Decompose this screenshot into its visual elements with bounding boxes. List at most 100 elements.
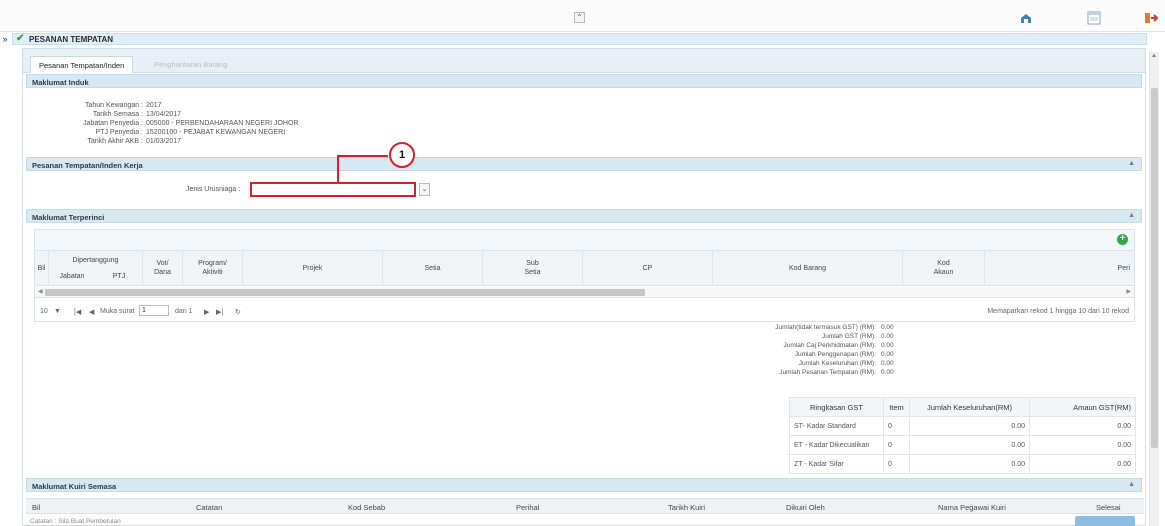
section-title: Maklumat Induk (32, 78, 89, 87)
field-value: 13/04/2017 (146, 111, 182, 118)
table-row: ZT - Kadar Sifar 0 0.00 0.00 (789, 454, 1136, 474)
table-cell: 0.00 (1029, 454, 1136, 474)
tab-bar: Pesanan Tempatan/Inden Penghantaran Bara… (23, 49, 1145, 73)
table-cell: 0 (883, 435, 910, 455)
col-selesai[interactable]: Selesai (1096, 503, 1121, 512)
grid-header: Bil Dipertanggung Jabatan PTJ Vot/ Dana … (35, 250, 1134, 286)
footnote: Catatan : Sila Buat Pembetulan (30, 518, 121, 525)
top-toolbar: ⌃ (0, 0, 1165, 32)
summary-value: 0.00 (881, 360, 894, 367)
summary-label: Jumlah Keseluruhan (RM): (798, 360, 876, 367)
scroll-right-icon[interactable]: ▶ (1126, 288, 1131, 295)
col-kod-akaun[interactable]: Kod Akaun (903, 251, 985, 286)
field-label: Tarikh Akhir AKB : (87, 138, 143, 145)
summary-label: Jumlah GST (RM): (821, 333, 876, 340)
col-dipertanggung[interactable]: Dipertanggung Jabatan PTJ (49, 251, 143, 286)
last-page-icon[interactable]: ▶| (216, 308, 223, 316)
field-value: 005000 - PERBENDAHARAAN NEGERI JOHOR (146, 120, 299, 127)
table-row: ST- Kadar Standard 0 0.00 0.00 (789, 416, 1136, 436)
table-cell: ZT - Kadar Sifar (789, 454, 884, 474)
col-perihal[interactable]: Perihal (516, 503, 539, 512)
callout-line (337, 155, 339, 183)
summary-value: 0.00 (881, 369, 894, 376)
col-setia[interactable]: Setia (383, 251, 483, 286)
section-maklumat-terperinci[interactable]: Maklumat Terperinci ▲ (26, 209, 1142, 223)
field-label: Tahun Kewangan : (85, 102, 143, 109)
col-nama-pegawai[interactable]: Nama Pegawai Kuiri (938, 503, 1006, 512)
summary-value: 0.00 (881, 324, 894, 331)
page-title: PESANAN TEMPATAN (29, 35, 113, 44)
section-maklumat-kuiri[interactable]: Maklumat Kuiri Semasa ▲ (26, 478, 1142, 492)
col-bil[interactable]: Bil (35, 251, 49, 286)
col-catatan[interactable]: Catatan (196, 503, 222, 512)
col-program-aktiviti[interactable]: Program/ Aktiviti (183, 251, 243, 286)
action-button[interactable] (1075, 516, 1135, 526)
table-header: Jumlah Keseluruhan(RM) (909, 397, 1030, 417)
record-count: Memaparkan rekod 1 hingga 10 dari 10 rek… (987, 308, 1129, 315)
summary-label: Jumlah Penggenapan (RM): (794, 351, 876, 358)
table-header: Amaun GST(RM) (1029, 397, 1136, 417)
gst-summary-table: Ringkasan GST Item Jumlah Keseluruhan(RM… (789, 397, 1136, 474)
col-kod-sebab[interactable]: Kod Sebab (348, 503, 385, 512)
add-row-icon[interactable]: + (1117, 234, 1128, 245)
prev-page-icon[interactable]: ◀ (89, 308, 94, 316)
jenis-urusniaga-label: Jenis Urusniaga : (186, 186, 241, 193)
summary-value: 0.00 (881, 351, 894, 358)
section-title: Pesanan Tempatan/Inden Kerja (32, 161, 143, 170)
home-icon[interactable] (1019, 11, 1033, 25)
table-cell: 0 (883, 416, 910, 436)
callout-line (337, 155, 388, 157)
collapse-caret-icon[interactable]: ▲ (1128, 160, 1135, 167)
table-cell: 0.00 (909, 416, 1030, 436)
refresh-icon[interactable]: ↻ (235, 308, 241, 316)
tab-penghantaran-barang[interactable]: Penghantaran Barang (146, 56, 235, 73)
section-pesanan-kerja[interactable]: Pesanan Tempatan/Inden Kerja ▲ (26, 157, 1142, 171)
page-size-select[interactable]: 10 (40, 308, 48, 315)
first-page-icon[interactable]: |◀ (74, 308, 81, 316)
chevron-down-icon[interactable]: ⌄ (419, 183, 430, 196)
vertical-scrollbar[interactable]: ▲ (1149, 52, 1159, 526)
field-value: 15200100 - PEJABAT KEWANGAN NEGERI (146, 129, 286, 136)
col-perihal[interactable]: Peri (985, 251, 1134, 286)
col-tarikh-kuiri[interactable]: Tarikh Kuiri (668, 503, 705, 512)
table-header-row: Ringkasan GST Item Jumlah Keseluruhan(RM… (789, 397, 1136, 417)
table-header: Item (883, 397, 910, 417)
grid-toolbar: + (35, 230, 1134, 250)
scroll-left-icon[interactable]: ◀ (38, 288, 43, 295)
scroll-up-icon[interactable]: ▲ (1151, 53, 1157, 59)
col-bil[interactable]: Bil (32, 503, 40, 512)
col-projek[interactable]: Projek (243, 251, 383, 286)
scrollbar-thumb[interactable] (1151, 88, 1158, 448)
field-value: 2017 (146, 102, 162, 109)
collapse-up-icon[interactable]: ⌃ (574, 12, 585, 23)
col-dikuiri-oleh[interactable]: Dikuiri Oleh (786, 503, 825, 512)
table-cell: ET - Kadar Dikecualikan (789, 435, 884, 455)
expand-sidebar-icon[interactable]: » (0, 33, 10, 45)
col-cp[interactable]: CP (583, 251, 713, 286)
table-cell: ST- Kadar Standard (789, 416, 884, 436)
table-cell: 0 (883, 454, 910, 474)
field-label: Tarikh Semasa : (92, 111, 143, 118)
collapse-caret-icon[interactable]: ▲ (1128, 481, 1135, 488)
table-cell: 0.00 (909, 435, 1030, 455)
page-size-caret-icon[interactable]: ▼ (54, 308, 61, 315)
page-number-input[interactable]: 1 (139, 305, 169, 316)
field-value: 01/03/2017 (146, 138, 182, 145)
summary-value: 0.00 (881, 333, 894, 340)
jenis-urusniaga-select[interactable] (250, 182, 416, 197)
next-page-icon[interactable]: ▶ (204, 308, 209, 316)
tab-pesanan-tempatan[interactable]: Pesanan Tempatan/Inden (30, 56, 134, 73)
logout-icon[interactable] (1144, 11, 1159, 25)
section-maklumat-induk: Maklumat Induk (26, 74, 1142, 88)
grid-pager: 10 ▼ |◀ ◀ Muka surat 1 dari 1 ▶ ▶| ↻ Mem… (34, 304, 1133, 322)
col-vot-dana[interactable]: Vot/ Dana (143, 251, 183, 286)
collapse-caret-icon[interactable]: ▲ (1128, 212, 1135, 219)
horizontal-scrollbar[interactable]: ◀ ▶ (35, 287, 1134, 298)
scrollbar-thumb[interactable] (45, 289, 645, 296)
col-sub-setia[interactable]: Sub Setia (483, 251, 583, 286)
callout-marker: 1 (389, 142, 415, 168)
window-icon[interactable] (1087, 11, 1101, 25)
col-kod-barang[interactable]: Kod Barang (713, 251, 903, 286)
table-cell: 0.00 (1029, 435, 1136, 455)
muka-surat-label: Muka surat (100, 308, 135, 315)
